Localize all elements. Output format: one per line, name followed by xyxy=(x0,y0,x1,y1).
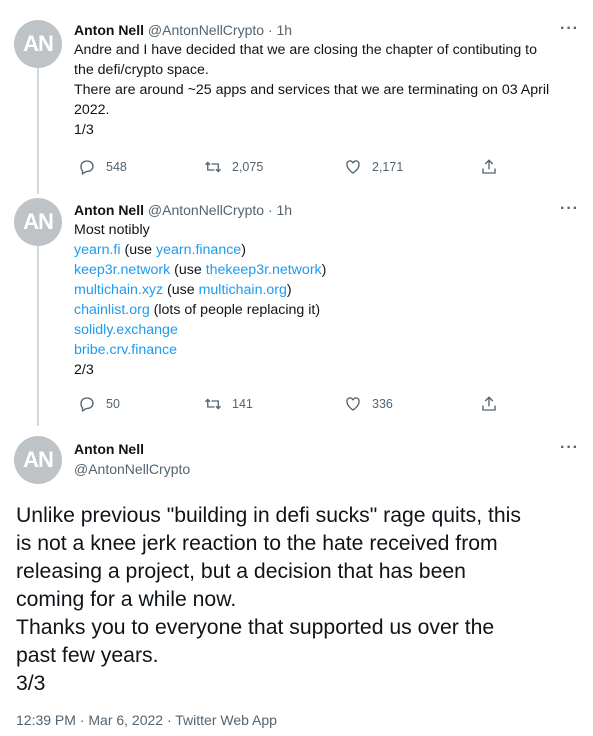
avatar[interactable]: AN xyxy=(14,436,62,484)
reply-icon xyxy=(80,160,94,175)
link[interactable]: solidly.exchange xyxy=(74,322,178,338)
link-note: ) xyxy=(241,242,246,258)
link-line: multichain.xyz (use multichain.org) xyxy=(74,280,574,300)
author-handle[interactable]: @AntonNellCrypto xyxy=(74,461,190,477)
link-line: keep3r.network (use thekeep3r.network) xyxy=(74,260,574,280)
main-tweet-header: Anton Nell @AntonNellCrypto xyxy=(74,439,574,479)
main-tweet-text: Unlike previous "building in defi sucks"… xyxy=(16,502,581,698)
tweet-text-line: Thanks you to everyone that supported us… xyxy=(16,616,495,639)
link[interactable]: multichain.xyz xyxy=(74,282,163,298)
like-button[interactable]: 336 xyxy=(344,395,393,413)
link[interactable]: chainlist.org xyxy=(74,302,150,318)
link-note: (use xyxy=(170,262,206,278)
author-handle[interactable]: @AntonNellCrypto xyxy=(148,22,264,38)
link[interactable]: multichain.org xyxy=(199,282,287,298)
tweet-actions: 548 2,075 2,171 xyxy=(74,158,504,178)
tweet-header: Anton Nell @AntonNellCrypto · 1h xyxy=(74,20,574,40)
share-button[interactable] xyxy=(480,395,508,413)
author-handle-line: @AntonNellCrypto xyxy=(74,459,574,479)
tweet-1[interactable]: Anton Nell @AntonNellCrypto · 1h Andre a… xyxy=(74,20,574,140)
avatar[interactable]: AN xyxy=(14,20,62,68)
link-line: yearn.fi (use yearn.finance) xyxy=(74,240,574,260)
link[interactable]: keep3r.network xyxy=(74,262,170,278)
like-count: 2,171 xyxy=(372,160,404,174)
link[interactable]: thekeep3r.network xyxy=(206,262,322,278)
link-line: chainlist.org (lots of people replacing … xyxy=(74,300,574,320)
link-note: ) xyxy=(321,262,327,278)
link-line: solidly.exchange xyxy=(74,320,574,340)
tweet-text-line: releasing a project, but a decision that… xyxy=(16,560,466,583)
retweet-icon xyxy=(205,398,221,410)
link-note: (use xyxy=(120,242,157,258)
tweet-text-line: coming for a while now. xyxy=(16,588,237,611)
author-name[interactable]: Anton Nell xyxy=(74,22,144,38)
like-icon xyxy=(346,160,360,174)
tweet-text-line: 3/3 xyxy=(16,672,46,695)
tweet-text-line: past few years. xyxy=(16,644,159,667)
separator-dot: · xyxy=(267,202,273,218)
reply-count: 50 xyxy=(106,397,120,411)
tweet-text-line: the defi/crypto space. xyxy=(74,62,209,78)
tweet-text-line: Unlike previous "building in defi sucks"… xyxy=(16,504,521,527)
link[interactable]: yearn.finance xyxy=(156,242,241,258)
author-name[interactable]: Anton Nell xyxy=(74,441,144,457)
retweet-icon xyxy=(205,161,221,173)
tweet-text-line: 1/3 xyxy=(74,122,94,138)
reply-button[interactable]: 50 xyxy=(78,395,120,413)
tweet-actions: 50 141 336 xyxy=(74,395,504,415)
thread-line xyxy=(37,246,39,426)
reply-icon xyxy=(80,397,94,412)
share-button[interactable] xyxy=(480,158,508,176)
like-icon xyxy=(346,397,360,411)
retweet-count: 2,075 xyxy=(232,160,264,174)
thread-line xyxy=(37,66,39,194)
share-icon xyxy=(482,159,496,174)
link-note: (lots of people replacing it) xyxy=(149,302,321,318)
author-name-line: Anton Nell xyxy=(74,439,574,459)
retweet-button[interactable]: 141 xyxy=(204,395,253,413)
author-name[interactable]: Anton Nell xyxy=(74,202,144,218)
like-button[interactable]: 2,171 xyxy=(344,158,403,176)
reply-button[interactable]: 548 xyxy=(78,158,127,176)
tweet-timestamp[interactable]: 12:39 PM · Mar 6, 2022 · Twitter Web App xyxy=(16,712,277,728)
tweet-text-line: 2/3 xyxy=(74,362,94,378)
tweet-text-line: 2022. xyxy=(74,102,110,118)
separator-dot: · xyxy=(267,22,273,38)
share-icon xyxy=(482,396,496,411)
tweet-time[interactable]: 1h xyxy=(277,202,293,218)
link-note: (use xyxy=(163,282,199,298)
link-note: ) xyxy=(286,282,292,298)
tweet-text-line: Most notibly xyxy=(74,222,150,238)
tweet-2[interactable]: Anton Nell @AntonNellCrypto · 1h Most no… xyxy=(74,200,574,380)
link[interactable]: bribe.crv.finance xyxy=(74,342,177,358)
link[interactable]: yearn.fi xyxy=(74,242,121,258)
tweet-header: Anton Nell @AntonNellCrypto · 1h xyxy=(74,200,574,220)
retweet-button[interactable]: 2,075 xyxy=(204,158,263,176)
reply-count: 548 xyxy=(106,160,127,174)
tweet-text-line: Andre and I have decided that we are clo… xyxy=(74,42,537,58)
tweet-time[interactable]: 1h xyxy=(277,22,293,38)
tweet-text-line: is not a knee jerk reaction to the hate … xyxy=(16,532,498,555)
link-line: bribe.crv.finance xyxy=(74,340,574,360)
tweet-text-line: There are around ~25 apps and services t… xyxy=(74,82,550,98)
author-handle[interactable]: @AntonNellCrypto xyxy=(148,202,264,218)
like-count: 336 xyxy=(372,397,393,411)
retweet-count: 141 xyxy=(232,397,253,411)
avatar[interactable]: AN xyxy=(14,198,62,246)
